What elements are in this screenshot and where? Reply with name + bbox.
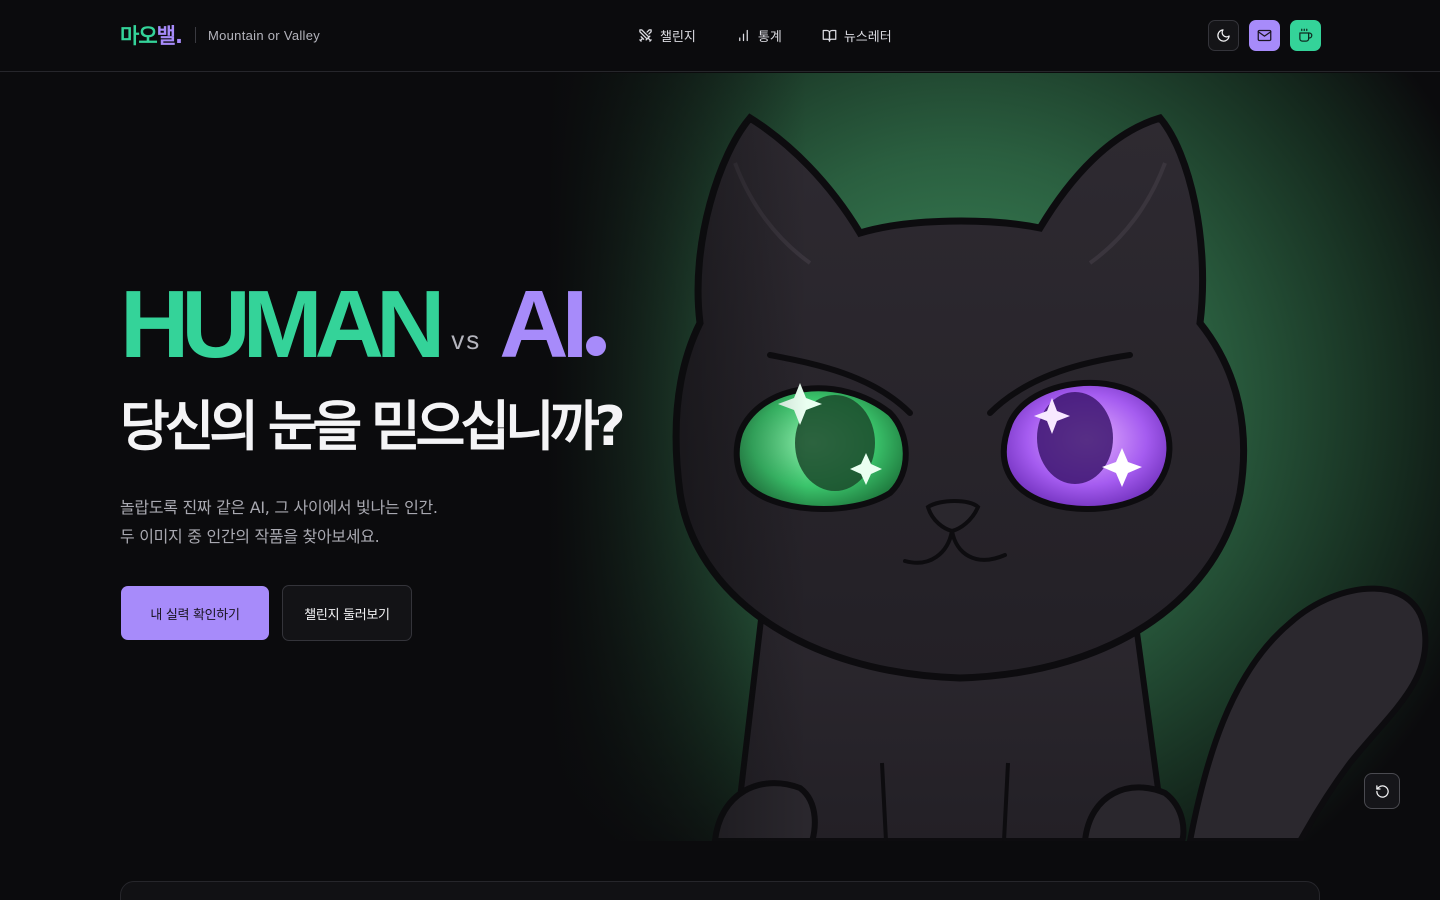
- coffee-button[interactable]: [1290, 20, 1321, 51]
- brand[interactable]: 마 오 밸 . Mountain or Valley: [120, 20, 320, 50]
- nav-label-stats: 통계: [757, 29, 782, 45]
- nav-label-challenge: 챌린지: [660, 29, 696, 45]
- nav-item-stats[interactable]: 통계: [736, 22, 782, 48]
- main-nav: 챌린지 통계 뉴스레터: [638, 22, 892, 48]
- check-skill-button[interactable]: 내 실력 확인하기: [121, 586, 269, 640]
- headline-vs: vs: [451, 325, 482, 355]
- header-actions: [1208, 20, 1321, 51]
- logo-dot: .: [174, 24, 183, 48]
- headline-ai: AI: [499, 271, 588, 378]
- nav-item-newsletter[interactable]: 뉴스레터: [822, 22, 892, 48]
- moon-icon: [1217, 29, 1230, 42]
- headline-ai-dot: [586, 336, 607, 356]
- browse-challenges-button[interactable]: 챌린지 둘러보기: [282, 585, 412, 641]
- hero-description-line-1: 놀랍도록 진짜 같은 AI, 그 사이에서 빛나는 인간.: [120, 498, 438, 517]
- swords-icon: [639, 28, 652, 42]
- logo[interactable]: 마 오 밸 .: [120, 20, 183, 50]
- brand-tagline: Mountain or Valley: [207, 27, 321, 43]
- logo-char-3: 밸: [156, 24, 176, 48]
- hero-headline: HUMAN vs AI: [120, 271, 607, 378]
- nav-item-challenge[interactable]: 챌린지: [638, 22, 696, 48]
- next-section-card: [120, 881, 1320, 900]
- logo-char-1: 마: [120, 24, 139, 48]
- mail-icon: [1257, 29, 1272, 42]
- headline-human: HUMAN: [120, 271, 445, 378]
- rotate-ccw-icon: [1375, 784, 1389, 798]
- hero-description-line-2: 두 이미지 중 인간의 작품을 찾아보세요.: [120, 527, 380, 546]
- brand-divider: [194, 27, 196, 43]
- mail-button[interactable]: [1249, 20, 1280, 51]
- bar-chart-icon: [739, 29, 748, 41]
- book-open-icon: [822, 29, 837, 42]
- nav-label-newsletter: 뉴스레터: [843, 29, 892, 45]
- hero-description: 놀랍도록 진짜 같은 AI, 그 사이에서 빛나는 인간. 두 이미지 중 인간…: [120, 493, 438, 551]
- hero-section: HUMAN vs AI 당신의 눈을 믿으십니까? 놀랍도록 진짜 같은 AI,…: [0, 73, 1440, 841]
- logo-char-2: 오: [138, 24, 157, 48]
- coffee-icon: [1299, 28, 1313, 42]
- top-header: 마 오 밸 . Mountain or Valley 챌린지 통계 뉴스레터: [0, 0, 1440, 72]
- refresh-image-button[interactable]: [1364, 773, 1400, 809]
- hero-subheadline: 당신의 눈을 믿으십니까?: [120, 395, 626, 458]
- theme-toggle-button[interactable]: [1208, 20, 1239, 51]
